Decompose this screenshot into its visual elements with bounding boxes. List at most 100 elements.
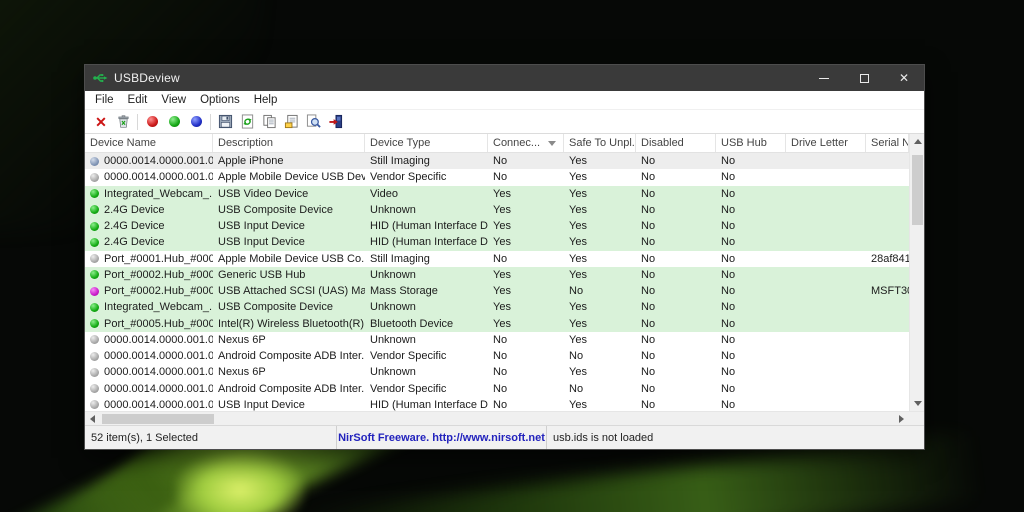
horizontal-scrollbar-thumb[interactable]: [102, 414, 214, 424]
cell-device-name: Port_#0002.Hub_#0002: [85, 283, 213, 299]
cell-serial-number: [866, 234, 909, 250]
cell-safe-to-unplug: Yes: [564, 299, 636, 315]
column-header-safe-to-unplug[interactable]: Safe To Unpl...: [564, 134, 636, 152]
table-row[interactable]: 0000.0014.0000.001.00... Nexus 6P Unknown N…: [85, 331, 909, 348]
cell-description: USB Composite Device: [213, 202, 365, 218]
title-bar[interactable]: USBDeview ✕: [85, 65, 924, 91]
cell-device-type: HID (Human Interface D...: [365, 397, 488, 411]
cell-device-name: 0000.0014.0000.001.00...: [85, 332, 213, 348]
column-header-label: Description: [218, 137, 274, 149]
cell-text: No: [641, 187, 656, 200]
menu-item-file[interactable]: File: [88, 91, 121, 109]
cell-text: No: [721, 301, 736, 314]
cell-text: No: [641, 220, 656, 233]
cell-text: No: [641, 236, 656, 249]
table-row[interactable]: 0000.0014.0000.001.00... USB Input Device…: [85, 396, 909, 411]
table-row[interactable]: 2.4G Device USB Input Device HID (Human In…: [85, 234, 909, 251]
find-icon[interactable]: [302, 112, 324, 132]
cell-usb-hub: No: [716, 316, 786, 332]
uninstall-trash-icon[interactable]: [112, 112, 134, 132]
cell-text: No: [493, 333, 508, 346]
refresh-icon[interactable]: [236, 112, 258, 132]
scroll-left-button[interactable]: [85, 412, 100, 425]
cell-disabled: No: [636, 169, 716, 185]
scroll-down-button[interactable]: [910, 396, 925, 411]
table-row[interactable]: 0000.0014.0000.001.00... Nexus 6P Unknown N…: [85, 364, 909, 381]
cell-device-type: Unknown: [365, 202, 488, 218]
column-header-label: Serial Nur: [871, 137, 908, 149]
scroll-right-button[interactable]: [894, 412, 909, 425]
device-status-ball-icon: [90, 319, 99, 329]
cell-device-name: Port_#0001.Hub_#0001: [85, 251, 213, 267]
vertical-scrollbar-thumb[interactable]: [912, 155, 923, 225]
cell-device-type: Unknown: [365, 299, 488, 315]
green-ball-icon[interactable]: [163, 112, 185, 132]
table-row[interactable]: 0000.0014.0000.001.00... Apple Mobile Dev…: [85, 169, 909, 186]
table-row[interactable]: 0000.0014.0000.001.00... Android Composit…: [85, 348, 909, 365]
cell-safe-to-unplug: Yes: [564, 364, 636, 380]
red-ball-icon[interactable]: [141, 112, 163, 132]
menu-item-view[interactable]: View: [154, 91, 193, 109]
usb-app-icon: [93, 74, 108, 83]
menu-item-edit[interactable]: Edit: [121, 91, 155, 109]
disconnect-device-icon[interactable]: ✕: [90, 112, 112, 132]
close-button[interactable]: ✕: [884, 65, 924, 91]
cell-description: USB Input Device: [213, 234, 365, 250]
table-row[interactable]: Port_#0002.Hub_#0002 USB Attached SCSI (U…: [85, 283, 909, 300]
column-header-device-name[interactable]: Device Name: [85, 134, 213, 152]
column-header-serial-number[interactable]: Serial Nur: [866, 134, 909, 152]
column-header-label: Drive Letter: [791, 137, 848, 149]
cell-usb-hub: No: [716, 364, 786, 380]
cell-text: Apple Mobile Device USB Co...: [218, 252, 365, 265]
copy-icon[interactable]: [258, 112, 280, 132]
cell-text: HID (Human Interface D...: [370, 220, 488, 233]
table-row[interactable]: 0000.0014.0000.001.00... Apple iPhone Stil…: [85, 153, 909, 170]
column-header-description[interactable]: Description: [213, 134, 365, 152]
cell-serial-number: [866, 364, 909, 380]
save-icon[interactable]: [214, 112, 236, 132]
table-row[interactable]: 0000.0014.0000.001.00... Android Composit…: [85, 380, 909, 397]
vertical-scrollbar[interactable]: [909, 134, 924, 411]
cell-text: No: [493, 252, 508, 265]
cell-text: No: [641, 155, 656, 168]
device-status-ball-icon: [90, 400, 99, 410]
column-header-connected[interactable]: Connec...: [488, 134, 564, 152]
exit-icon[interactable]: [324, 112, 346, 132]
cell-drive-letter: [786, 251, 866, 267]
cell-device-type: Vendor Specific: [365, 348, 488, 364]
cell-text: Unknown: [370, 301, 416, 314]
table-row[interactable]: Integrated_Webcam_... USB Composite Devic…: [85, 299, 909, 316]
cell-drive-letter: [786, 397, 866, 411]
cell-device-type: HID (Human Interface D...: [365, 218, 488, 234]
table-row[interactable]: 2.4G Device USB Input Device HID (Human In…: [85, 218, 909, 235]
table-row[interactable]: Port_#0002.Hub_#0001 Generic USB Hub Unkno…: [85, 266, 909, 283]
column-header-device-type[interactable]: Device Type: [365, 134, 488, 152]
menu-item-options[interactable]: Options: [193, 91, 247, 109]
nirsoft-link[interactable]: NirSoft Freeware. http://www.nirsoft.net: [337, 426, 547, 449]
cell-text: Nexus 6P: [218, 333, 266, 346]
properties-icon[interactable]: [280, 112, 302, 132]
cell-text: Yes: [569, 171, 587, 184]
cell-text: No: [641, 333, 656, 346]
column-header-label: Device Name: [90, 137, 157, 149]
horizontal-scrollbar[interactable]: [85, 411, 924, 425]
column-header-label: Safe To Unpl...: [569, 137, 636, 149]
table-row[interactable]: Port_#0005.Hub_#0001 Intel(R) Wireless Bl…: [85, 315, 909, 332]
blue-ball-icon[interactable]: [185, 112, 207, 132]
cell-usb-hub: No: [716, 267, 786, 283]
minimize-button[interactable]: [804, 65, 844, 91]
cell-description: Generic USB Hub: [213, 267, 365, 283]
scroll-up-button[interactable]: [910, 134, 925, 149]
maximize-button[interactable]: [844, 65, 884, 91]
column-header-usb-hub[interactable]: USB Hub: [716, 134, 786, 152]
cell-serial-number: [866, 202, 909, 218]
column-header-disabled[interactable]: Disabled: [636, 134, 716, 152]
menu-item-help[interactable]: Help: [247, 91, 285, 109]
horizontal-scrollbar-track[interactable]: [100, 412, 894, 425]
table-row[interactable]: Integrated_Webcam_... USB Video Device Vid…: [85, 185, 909, 202]
table-row[interactable]: 2.4G Device USB Composite Device Unknown Ye…: [85, 201, 909, 218]
cell-usb-hub: No: [716, 218, 786, 234]
table-row[interactable]: Port_#0001.Hub_#0001 Apple Mobile Device …: [85, 250, 909, 267]
cell-connected: No: [488, 348, 564, 364]
column-header-drive-letter[interactable]: Drive Letter: [786, 134, 866, 152]
